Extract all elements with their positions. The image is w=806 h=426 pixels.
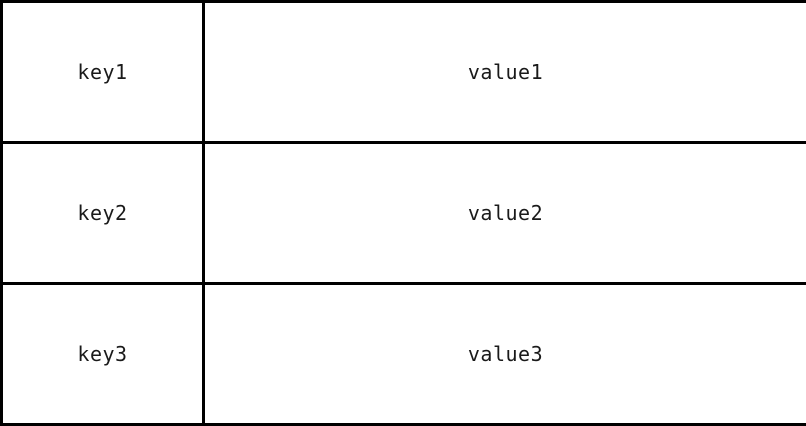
key-cell: key2 — [2, 143, 204, 284]
key-cell: key3 — [2, 284, 204, 425]
key-value-table: key1 value1 key2 value2 key3 value3 — [0, 0, 806, 426]
table-row: key2 value2 — [2, 143, 806, 284]
value-cell: value1 — [204, 2, 806, 143]
key-cell: key1 — [2, 2, 204, 143]
table-row: key1 value1 — [2, 2, 806, 143]
value-cell: value2 — [204, 143, 806, 284]
table-row: key3 value3 — [2, 284, 806, 425]
value-cell: value3 — [204, 284, 806, 425]
